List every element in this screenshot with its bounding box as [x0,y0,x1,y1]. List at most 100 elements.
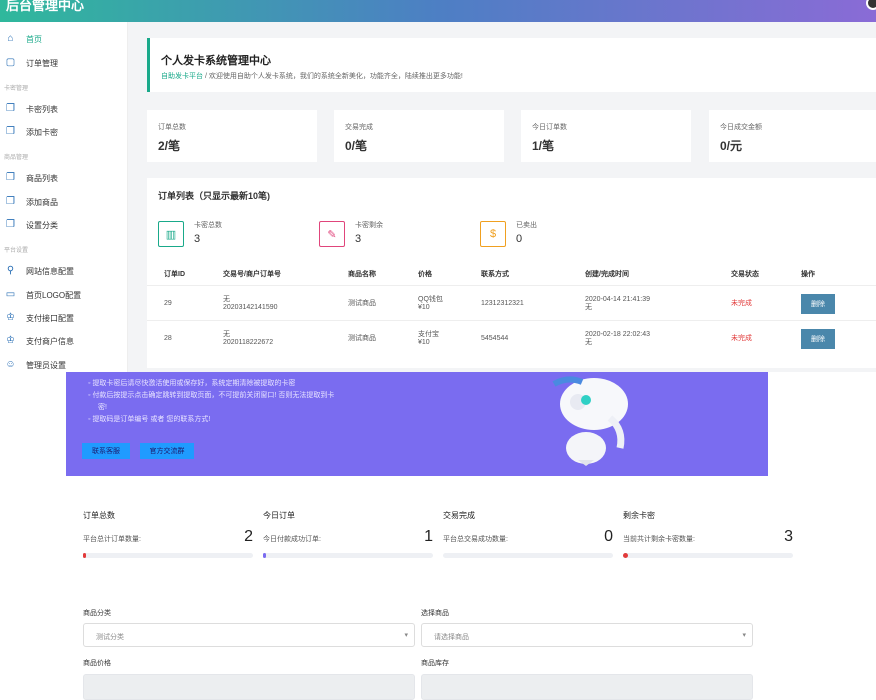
sidebar-item-add-product[interactable]: ❐ 添加商品 [0,191,128,213]
admin-icon: ☺ [5,359,16,370]
sidebar-item-product-list[interactable]: ❐ 商品列表 [0,167,128,189]
bar-chart-icon: ▥ [158,221,184,247]
stat-card-today-amount: 今日成交金额 0/元 [709,110,876,162]
breadcrumb-separator: / [204,73,207,80]
notice-line: ◦ 提取码是订单编号 或者 您的联系方式! [88,416,211,423]
stat-value: 2/笔 [158,139,181,153]
summary-title: 交易完成 [443,511,475,520]
order-no: 20201182226​72 [223,339,274,346]
breadcrumb-link[interactable]: 自助发卡平台 [161,73,203,80]
robot-illustration [552,376,628,466]
app-brand: 后台管理中心 [6,0,85,13]
summary-title: 订单总数 [83,511,115,520]
column-header: 联系方式 [481,271,509,278]
finished-time: 无 [585,339,592,346]
price: ¥10 [418,339,430,346]
progress-bar [83,553,253,558]
column-header: 创建/完成时间 [585,271,629,278]
merchant-icon: ♔ [6,335,15,346]
product-select[interactable]: 请选择商品 ▾ [421,623,753,647]
mini-stat-value: 3 [355,233,362,245]
chevron-down-icon: ▾ [742,632,746,639]
sidebar-item-payment-config[interactable]: ♔ 支付接口配置 [0,307,128,329]
mini-stat-label: 已卖出 [516,222,537,229]
stat-label: 今日成交金额 [720,124,762,131]
order-id: 29 [164,300,172,307]
top-header-bar: 后台管理中心 [0,0,876,22]
sidebar-item-category[interactable]: ❐ 设置分类 [0,214,128,236]
payment-config-icon: ♔ [6,312,15,323]
summary-total-orders: 订单总数 平台总计订单数量: 2 [83,510,253,558]
sidebar-section-product: 商品管理 [4,155,29,161]
column-header: 交易状态 [731,271,759,278]
order-list-card: 订单列表（只显示最新10笔) ▥ 卡密总数 3 ✎ 卡密剩余 3 $ 已卖出 0… [147,178,876,368]
summary-title: 今日订单 [263,511,295,520]
summary-desc: 当前共计剩余卡密数量: [623,536,695,543]
sidebar-item-orders[interactable]: ▢ 订单管理 [0,52,128,74]
progress-fill [263,553,267,558]
delete-button[interactable]: 删除 [801,329,835,349]
sidebar-item-home[interactable]: ⌂ 首页 [0,28,128,50]
mini-stat-label: 卡密总数 [194,222,222,229]
mini-stat-label: 卡密剩余 [355,222,383,229]
stock-label: 商品库存 [421,660,449,667]
price-input[interactable] [83,674,415,700]
created-time: 2020-04-14 21:41:39 [585,296,650,303]
sidebar-item-card-list[interactable]: ❐ 卡密列表 [0,98,128,120]
add-product-icon: ❐ [6,196,15,207]
created-time: 2020-02-18 22:02:43 [585,331,650,338]
official-group-button[interactable]: 官方交流群 [140,443,194,459]
order-list-title: 订单列表（只显示最新10笔) [158,191,271,201]
summary-desc: 今日付款成功订单: [263,536,321,543]
add-card-icon: ❐ [6,126,15,137]
sidebar-item-label: 设置分类 [26,220,58,230]
progress-bar [623,553,793,558]
sidebar-item-label: 支付商户信息 [26,336,74,346]
welcome-text: 欢迎使用自助个人发卡系统，我们的系统全新美化，功能齐全，陆续推出更多功能! [208,73,463,80]
sidebar-item-label: 网站信息配置 [26,266,74,276]
category-select[interactable]: 测试分类 ▾ [83,623,415,647]
stat-card-today-orders: 今日订单数 1/笔 [521,110,691,162]
avatar[interactable] [866,0,876,10]
summary-value: 1 [424,528,433,545]
progress-fill [83,553,87,558]
stock-input[interactable] [421,674,753,700]
product-name: 测试商品 [348,335,376,342]
summary-desc: 平台总交易成功数量: [443,536,508,543]
order-icon: ▢ [5,57,16,68]
summary-desc: 平台总计订单数量: [83,536,141,543]
price-label: 商品价格 [83,660,111,667]
stat-value: 0/元 [720,139,743,153]
dollar-icon: $ [480,221,506,247]
table-row: 29 无 20203142141590 测试商品 QQ钱包 ¥10 123123… [147,285,876,320]
sidebar-section-platform: 平台设置 [4,248,29,254]
sidebar-item-label: 添加卡密 [26,127,58,137]
sidebar-item-logo-config[interactable]: ▭ 首页LOGO配置 [0,284,128,306]
sidebar-item-label: 订单管理 [26,58,58,68]
stat-card-completed: 交易完成 0/笔 [334,110,504,162]
trade-no: 无 [223,331,230,338]
sidebar: ⌂ 首页 ▢ 订单管理 卡密管理 ❐ 卡密列表 ❐ 添加卡密 商品管理 ❐ 商品… [0,22,128,372]
contact-service-button[interactable]: 联系客服 [82,443,130,459]
sidebar-item-add-card[interactable]: ❐ 添加卡密 [0,121,128,143]
column-header: 操作 [801,271,815,278]
sidebar-item-label: 首页 [26,34,42,44]
sidebar-item-label: 首页LOGO配置 [26,290,82,300]
order-no: 20203142141590 [223,304,278,311]
card-list-icon: ❐ [6,103,15,114]
chevron-down-icon: ▾ [404,632,408,639]
header-card: 个人发卡系统管理中心 自助发卡平台 / 欢迎使用自助个人发卡系统，我们的系统全新… [147,38,876,92]
contact: 12312312321 [481,300,524,307]
stat-card-orders: 订单总数 2/笔 [147,110,317,162]
stat-value: 1/笔 [532,139,555,153]
sidebar-item-merchant[interactable]: ♔ 支付商户信息 [0,330,128,352]
product-select-label: 选择商品 [421,610,449,617]
column-header: 价格 [418,271,432,278]
stat-label: 交易完成 [345,124,373,131]
status-badge: 未完成 [731,300,752,307]
page-title: 个人发卡系统管理中心 [161,55,271,67]
notice-line: 密! [98,404,107,411]
breadcrumb: 自助发卡平台 / 欢迎使用自助个人发卡系统，我们的系统全新美化，功能齐全，陆续推… [161,71,463,81]
sidebar-item-site-config[interactable]: ⚲ 网站信息配置 [0,260,128,282]
delete-button[interactable]: 删除 [801,294,835,314]
